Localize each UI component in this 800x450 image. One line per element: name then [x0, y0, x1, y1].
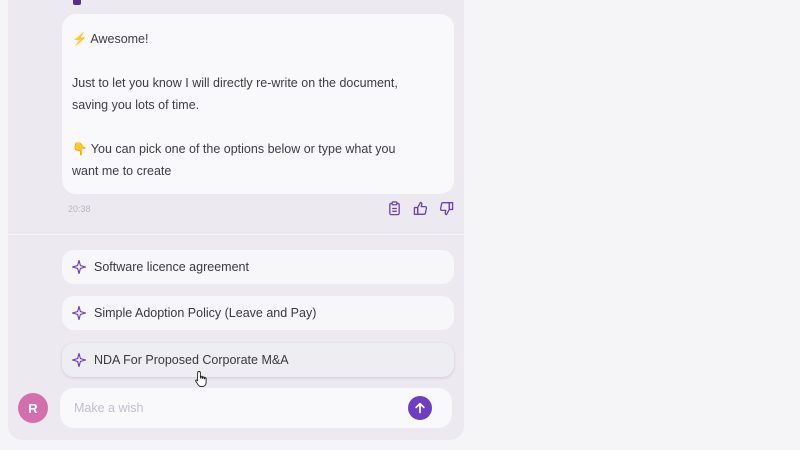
message-line: saving you lots of time.: [72, 98, 200, 112]
message-actions: [386, 200, 454, 216]
sparkle-icon: [72, 306, 86, 320]
wish-input[interactable]: [74, 398, 394, 418]
thumbs-down-icon[interactable]: [438, 200, 454, 216]
message-line: 👇 You can pick one of the options below …: [72, 142, 396, 156]
message-line: Just to let you know I will directly re-…: [72, 76, 398, 90]
pointer-cursor-icon: [195, 371, 207, 387]
sparkle-icon: [72, 260, 86, 274]
option-label: NDA For Proposed Corporate M&A: [94, 353, 289, 367]
option-software-licence[interactable]: Software licence agreement: [62, 250, 454, 284]
option-nda[interactable]: NDA For Proposed Corporate M&A: [62, 343, 454, 377]
option-label: Simple Adoption Policy (Leave and Pay): [94, 306, 317, 320]
option-adoption-policy[interactable]: Simple Adoption Policy (Leave and Pay): [62, 296, 454, 330]
send-button[interactable]: [408, 396, 432, 420]
option-label: Software licence agreement: [94, 260, 249, 274]
message-meta: 20:38: [68, 200, 454, 220]
chat-panel: ⚡ Awesome! Just to let you know I will d…: [8, 0, 464, 440]
clipboard-icon[interactable]: [386, 200, 402, 216]
sparkle-icon: [72, 353, 86, 367]
message-line: ⚡ Awesome!: [72, 32, 149, 46]
composer: [60, 388, 452, 428]
arrow-up-icon: [415, 402, 425, 414]
thumbs-up-icon[interactable]: [412, 200, 428, 216]
divider: [8, 234, 464, 235]
message-timestamp: 20:38: [68, 204, 91, 214]
scroll-marker: [73, 0, 81, 5]
user-avatar[interactable]: R: [18, 393, 48, 423]
message-line: want me to create: [72, 164, 172, 178]
assistant-message-bubble: ⚡ Awesome! Just to let you know I will d…: [62, 14, 454, 194]
